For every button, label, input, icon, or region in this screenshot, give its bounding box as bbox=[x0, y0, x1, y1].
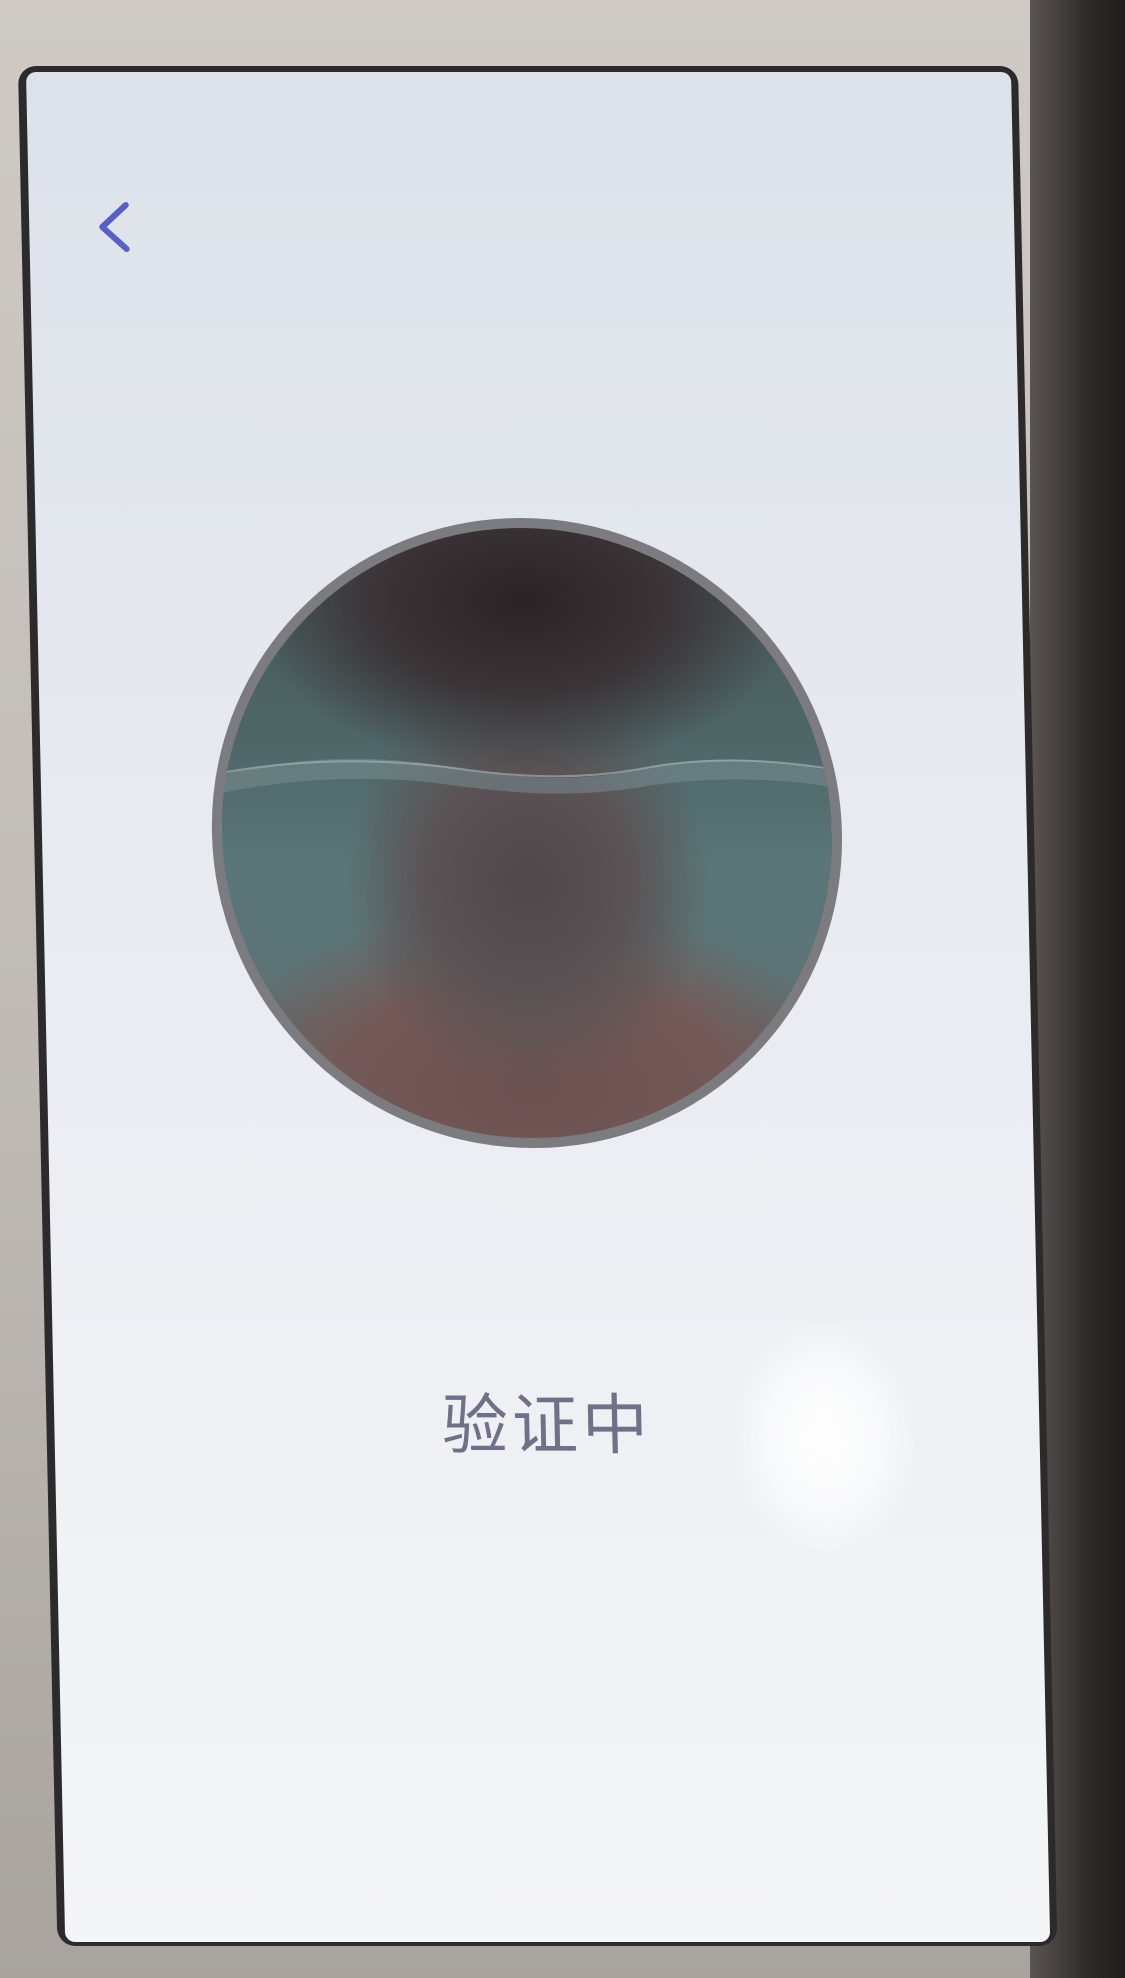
back-button[interactable] bbox=[68, 182, 160, 272]
photo-background: 验证中 bbox=[0, 0, 1125, 1978]
scan-wave bbox=[220, 758, 831, 794]
chevron-left-icon bbox=[99, 202, 130, 252]
face-camera-preview bbox=[205, 518, 849, 1148]
verification-status-text: 验证中 bbox=[441, 1387, 653, 1464]
face-verification-screen: 验证中 bbox=[26, 72, 1051, 1942]
